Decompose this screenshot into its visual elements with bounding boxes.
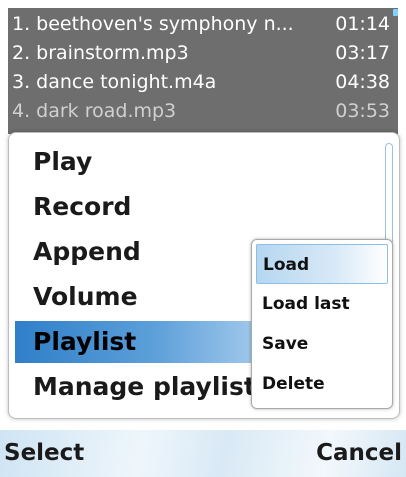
- track-row[interactable]: 4. dark road.mp3 03:53: [8, 97, 398, 125]
- submenu-item-load-last[interactable]: Load last: [256, 284, 388, 324]
- track-title: 3. dance tonight.m4a: [12, 71, 217, 93]
- menu-item-volume[interactable]: Volume: [15, 276, 267, 318]
- submenu-item-delete[interactable]: Delete: [256, 364, 388, 404]
- track-duration: 03:53: [335, 100, 390, 122]
- track-row[interactable]: 1. beethoven's symphony n... 01:14: [8, 10, 398, 38]
- submenu-item-save[interactable]: Save: [256, 324, 388, 364]
- playlist-background: 1. beethoven's symphony n... 01:14 2. br…: [0, 0, 406, 140]
- track-duration: 03:17: [335, 42, 390, 64]
- cancel-softkey[interactable]: Cancel: [316, 430, 402, 477]
- menu-item-play[interactable]: Play: [15, 141, 267, 183]
- track-duration: 01:14: [335, 13, 390, 35]
- track-title: 2. brainstorm.mp3: [12, 42, 189, 64]
- select-softkey[interactable]: Select: [4, 430, 84, 477]
- menu-item-manage-playlist[interactable]: Manage playlist: [15, 366, 267, 408]
- track-row[interactable]: 3. dance tonight.m4a 04:38: [8, 68, 398, 96]
- menu-item-playlist[interactable]: Playlist: [15, 321, 267, 363]
- submenu-item-load[interactable]: Load: [256, 244, 388, 284]
- track-title: 1. beethoven's symphony n...: [12, 13, 294, 35]
- list-scroll-indicator: [393, 9, 398, 16]
- softkey-bar: Select Cancel: [0, 430, 406, 477]
- menu-scrollbar[interactable]: [385, 143, 393, 245]
- playlist-submenu: Load Load last Save Delete: [251, 239, 393, 409]
- track-list: 1. beethoven's symphony n... 01:14 2. br…: [8, 8, 398, 134]
- track-title: 4. dark road.mp3: [12, 100, 177, 122]
- track-row[interactable]: 2. brainstorm.mp3 03:17: [8, 39, 398, 67]
- menu-item-append[interactable]: Append: [15, 231, 267, 273]
- track-duration: 04:38: [335, 71, 390, 93]
- menu-item-record[interactable]: Record: [15, 186, 267, 228]
